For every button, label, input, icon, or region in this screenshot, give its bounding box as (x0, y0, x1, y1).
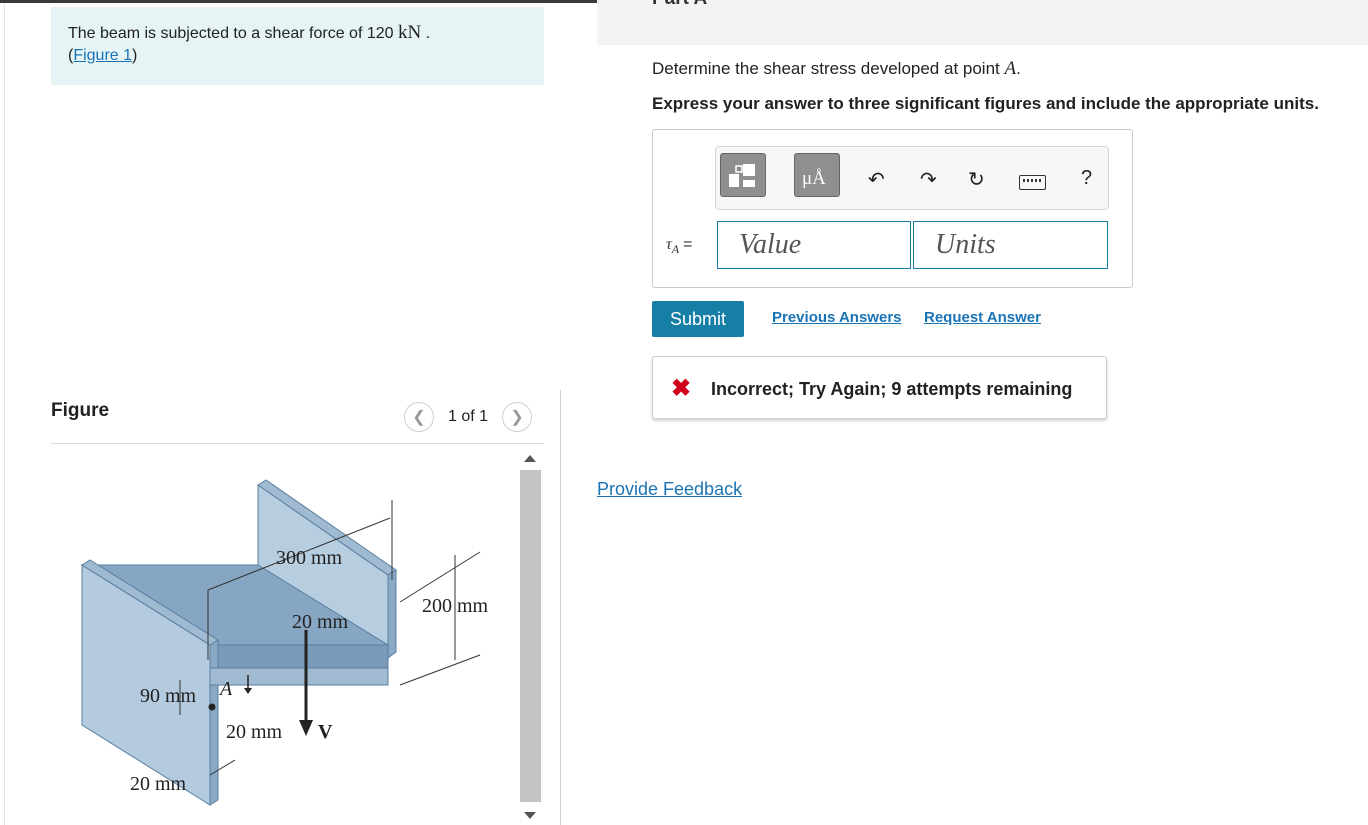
incorrect-x-icon: ✖ (671, 375, 692, 402)
label-height: 200 mm (422, 595, 489, 617)
next-figure-button[interactable]: ❯ (502, 402, 533, 432)
redo-icon[interactable]: ↷ (920, 167, 937, 192)
scroll-down-arrow-icon[interactable] (524, 812, 536, 819)
problem-text: The beam is subjected to a shear force o… (68, 22, 431, 64)
label-shear: V (318, 721, 333, 743)
provide-feedback-link[interactable]: Provide Feedback (597, 479, 742, 500)
scroll-up-arrow-icon[interactable] (524, 455, 536, 462)
beam-figure: 300 mm 200 mm 20 mm A 90 mm 20 mm V 20 m… (80, 479, 489, 806)
label-flange-thickness: 20 mm (226, 721, 283, 743)
undo-icon[interactable]: ↶ (868, 167, 885, 192)
left-border (4, 3, 5, 825)
problem-text-after: . (421, 25, 431, 42)
feedback-message: Incorrect; Try Again; 9 attempts remaini… (711, 379, 1073, 399)
chevron-left-icon: ❮ (412, 409, 426, 426)
scroll-thumb[interactable] (520, 470, 541, 802)
problem-text-before: The beam is subjected to a shear force o… (68, 25, 394, 42)
chevron-right-icon: ❯ (510, 409, 524, 426)
problem-statement: The beam is subjected to a shear force o… (51, 7, 544, 85)
pager-text: 1 of 1 (448, 408, 489, 425)
help-icon[interactable]: ? (1081, 167, 1092, 190)
previous-answers-link[interactable]: Previous Answers (772, 309, 902, 326)
figure-title: Figure (51, 400, 110, 421)
figure-link[interactable]: Figure 1 (73, 47, 132, 64)
units-icon: μÅ (802, 168, 826, 189)
label-point-a: A (218, 678, 233, 700)
prev-figure-button[interactable]: ❮ (404, 402, 434, 432)
keyboard-icon[interactable] (1019, 175, 1046, 190)
units-input[interactable]: Units (913, 221, 1108, 269)
part-title: Part A (652, 0, 707, 10)
figure-pager: ❮ 1 of 1 ❯ (404, 401, 533, 433)
instruction-text: Express your answer to three significant… (652, 94, 1319, 113)
question-var: A (1004, 58, 1017, 79)
label-point-a-dist: 90 mm (140, 685, 197, 707)
label-bottom-thickness: 20 mm (130, 773, 187, 795)
submit-button[interactable]: Submit (652, 301, 744, 337)
figure-divider (51, 443, 544, 444)
question-text: Determine the shear stress developed at … (652, 58, 1021, 79)
templates-button[interactable] (720, 153, 766, 197)
label-top-width: 300 mm (276, 547, 343, 569)
reset-icon[interactable]: ↻ (968, 167, 985, 192)
units-button[interactable]: μÅ (794, 153, 840, 197)
templates-icon (729, 164, 755, 187)
feedback-box: ✖ Incorrect; Try Again; 9 attempts remai… (652, 356, 1107, 419)
part-header (597, 0, 1368, 45)
value-input[interactable]: Value (717, 221, 911, 269)
math-toolbar: μÅ ↶ ↷ ↻ ? (715, 146, 1109, 210)
panel-divider (560, 390, 561, 825)
force-unit: kN (397, 22, 422, 43)
tau-label: τA = (666, 236, 693, 257)
label-web-thickness: 20 mm (292, 611, 349, 633)
request-answer-link[interactable]: Request Answer (924, 309, 1041, 326)
